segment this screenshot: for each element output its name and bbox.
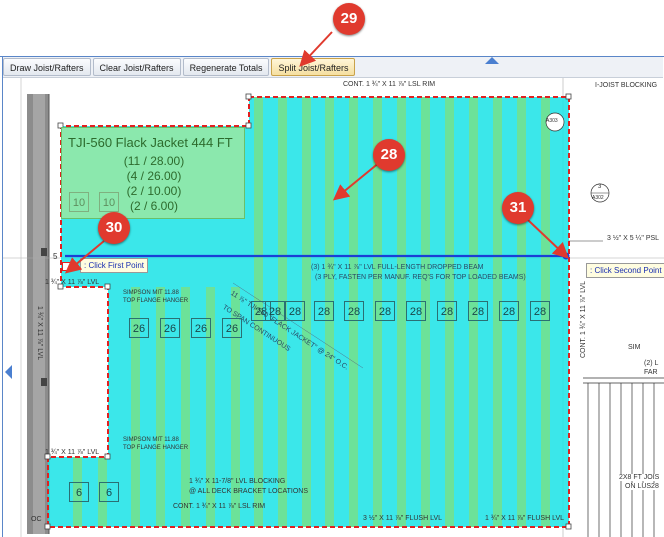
joist-count-box[interactable]: 28 (375, 301, 395, 321)
joist-count-box[interactable]: 28 (265, 301, 285, 321)
first-point-marker[interactable] (62, 262, 71, 271)
clear-joist-rafters-button[interactable]: Clear Joist/Rafters (92, 58, 181, 76)
regenerate-totals-button[interactable]: Regenerate Totals (182, 58, 270, 76)
two-far-label-2: FAR (644, 369, 658, 376)
simpson-hanger-1-label-b: TOP FLANGE HANGER (123, 298, 189, 304)
simpson-hanger-2-label-b: TOP FLANGE HANGER (123, 445, 189, 451)
joist-count-box[interactable]: 28 (499, 301, 519, 321)
ref-a303-label: A303 (546, 118, 558, 124)
simpson-hanger-2-label-a: SIMPSON MIT 11.88 (123, 437, 179, 443)
right-rim-label: CONT. 1 ¾" X 11 ⅞" LVL (580, 280, 587, 358)
joist-info-line: (11 / 28.00) (123, 154, 185, 168)
joist-info-line: (2 / 10.00) (126, 184, 182, 198)
joist-info-line: (2 / 6.00) (129, 199, 179, 213)
scroll-left-arrow-icon[interactable] (5, 365, 12, 379)
ref-3-label: 3 (598, 184, 602, 190)
psl-label: 3 ½" X 5 ¼" PSL (607, 235, 660, 242)
beam-label-2: (3 PLY, FASTEN PER MANUF. REQ'S FOR TOP … (315, 274, 526, 281)
split-joist-rafters-button[interactable]: Split Joist/Rafters (271, 58, 356, 76)
lvl-top-left-label: 1 ¾" X 11 ⅞" LVL (45, 279, 100, 286)
sim-label: SIM (628, 344, 641, 351)
joist-count-box[interactable]: 28 (344, 301, 364, 321)
joist-count-box[interactable]: 28 (437, 301, 457, 321)
joist-info-line: (4 / 26.00) (126, 169, 182, 183)
joist-count-box[interactable]: 10 (99, 192, 119, 212)
adjacent-framing (583, 377, 664, 537)
joist-count-box[interactable]: 10 (69, 192, 89, 212)
callout-28: 28 (373, 139, 405, 171)
callout-29: 29 (333, 3, 365, 35)
first-point-tooltip: : Click First Point (80, 258, 149, 273)
simpson-hanger-1-label-a: SIMPSON MIT 11.88 (123, 290, 179, 296)
flush-lvl-label: 3 ½" X 11 ⅞" FLUSH LVL (363, 515, 443, 522)
joist-count-box[interactable]: 26 (129, 318, 149, 338)
joist-count-box[interactable]: 28 (530, 301, 550, 321)
draw-joist-rafters-button[interactable]: Draw Joist/Rafters (3, 58, 91, 76)
scroll-up-arrow-icon[interactable] (485, 57, 499, 64)
joist-count-box[interactable]: 28 (314, 301, 334, 321)
joist-toolbar: Draw Joist/Rafters Clear Joist/Rafters R… (3, 57, 663, 78)
callout-30: 30 (98, 212, 130, 244)
callout-31: 31 (502, 192, 534, 224)
joists-2x8-label-1: 2X8 FT JOIS (619, 474, 660, 481)
mark-5-label: 5 (53, 252, 58, 261)
joist-count-box[interactable]: 28 (468, 301, 488, 321)
oc-label: OC (31, 516, 42, 523)
joists-2x8-label-2: ON LUS28 (625, 483, 659, 490)
second-point-tooltip: : Click Second Point (586, 263, 664, 278)
lvl-blocking-label-2: @ ALL DECK BRACKET LOCATIONS (189, 488, 309, 495)
beam-label-1: (3) 1 ¾" X 11 ⅞" LVL FULL-LENGTH DROPPED… (311, 264, 484, 271)
joist-count-box[interactable]: 26 (222, 318, 242, 338)
joist-info-title: TJI-560 Flack Jacket 444 FT (68, 135, 233, 150)
joist-count-box[interactable]: 26 (191, 318, 211, 338)
top-rim-label: CONT. 1 ¾" X 11 ⅞" LSL RIM (343, 81, 436, 88)
joist-count-box[interactable]: 28 (406, 301, 426, 321)
ref-a302-label: A302 (592, 195, 604, 201)
split-point-marker (562, 252, 570, 260)
joist-count-box[interactable]: 6 (99, 482, 119, 502)
lvl-bottom-left-label: 1 ¾" X 11 ⅞" LVL (45, 449, 100, 456)
ijoist-blocking-label: I-JOIST BLOCKING (595, 82, 658, 89)
joist-count-box[interactable]: 26 (160, 318, 180, 338)
joist-count-box[interactable]: 28 (285, 301, 305, 321)
lvl-vertical-label: 1 ¾" X 11 ⅞" LVL (36, 306, 43, 361)
two-far-label-1: (2) L (644, 360, 659, 367)
joist-count-box[interactable]: 6 (69, 482, 89, 502)
app-window: Draw Joist/Rafters Clear Joist/Rafters R… (0, 0, 664, 537)
lvl-blocking-label-1: 1 ¾" X 11-7/8" LVL BLOCKING (189, 478, 286, 485)
flush-lvl-right-label: 1 ¾" X 11 ⅞" FLUSH LVL (485, 515, 565, 522)
bottom-rim-label: CONT. 1 ¾" X 11 ⅞" LSL RIM (173, 503, 266, 510)
